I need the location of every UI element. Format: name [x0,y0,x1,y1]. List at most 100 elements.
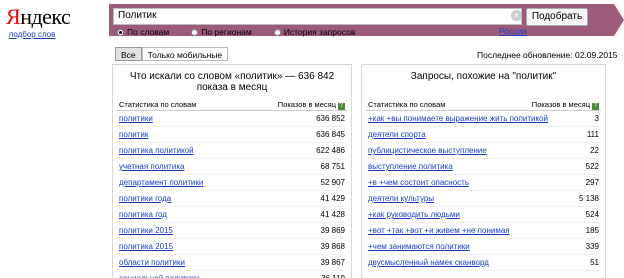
table-row: области политики 39 867 [119,255,345,271]
word-stats-panel: Что искали со словом «политик» — 636 842… [112,64,352,278]
mode-label: По словам [127,27,170,37]
impressions-count: 39 868 [320,242,345,251]
table-row: выступление политика 522 [368,159,599,175]
phrase-link[interactable]: двусмысленный намек сканворд [368,258,489,268]
table-row: политики 636 852 [119,111,345,127]
similar-queries-panel: Запросы, похожие на "политик" Статистика… [361,64,606,278]
impressions-count: 636 845 [316,130,345,139]
impressions-count: 3 [594,114,599,123]
impressions-count: 36 119 [317,274,345,278]
phrase-link[interactable]: политики года [119,194,171,204]
radio-selected-icon[interactable] [117,28,124,36]
impressions-count: 5 138 [578,194,599,203]
table-row: политика год 41 428 [119,207,345,223]
impressions-count: 51 [590,258,599,267]
phrase-link[interactable]: +вот +так +вот +и живем +не понимая [368,226,510,236]
table-row: политика 2015 39 868 [119,239,345,255]
phrase-link[interactable]: +как руководить людьми [368,210,460,220]
impressions-count: 185 [585,226,599,235]
impressions-count: 68 751 [320,162,345,171]
impressions-count: 339 [585,242,599,251]
table-row: +в +чем состоит опасность 297 [368,175,599,191]
impressions-count: 524 [585,210,599,219]
phrase-link[interactable]: департамент политики [119,178,203,188]
impressions-count: 41 429 [320,194,345,203]
column-stats-label: Статистика по словам [119,100,197,109]
panel-title: Запросы, похожие на "политик" [410,71,557,82]
search-bar-arrow [614,4,624,36]
search-button[interactable]: Подобрать [526,8,588,26]
table-row: политики 2015 39 869 [119,223,345,239]
table-row: политика политикой 622 486 [119,143,345,159]
impressions-count: 636 852 [316,114,345,123]
phrase-link[interactable]: политика политикой [119,146,194,156]
device-filter-tabs: Все Только мобильные [115,47,229,61]
search-mode-radios: По словам По регионам История запросов [117,26,355,38]
mode-by-words[interactable]: По словам [117,26,169,38]
table-row: +чем занимаются политики 339 [368,239,599,255]
clear-icon[interactable]: × [511,10,522,21]
phrase-link[interactable]: публицистическое выступление [368,146,487,156]
help-icon[interactable]: ? [592,102,599,110]
phrase-link[interactable]: политика 2015 [119,242,173,252]
phrase-link[interactable]: учетная политика [119,162,184,172]
phrase-link[interactable]: политики 2015 [119,226,173,236]
phrase-link[interactable]: политики [119,114,153,124]
table-row: политик 636 845 [119,127,345,143]
tab-mobile-only[interactable]: Только мобильные [141,47,229,61]
impressions-count: 297 [585,178,599,187]
table-row: деятели спорта 111 [368,127,599,143]
phrase-link[interactable]: политика год [119,210,167,220]
mode-label: По регионам [201,27,252,37]
mode-label: История запросов [283,27,356,37]
phrase-link[interactable]: деятели культуры [368,194,434,204]
phrase-link[interactable]: +как +вы понимаете выражение жить полити… [368,114,548,124]
phrase-link[interactable]: политик [119,130,148,140]
column-header: Статистика по словам Показов в месяц? [366,99,601,111]
table-row: +как руководить людьми 524 [368,207,599,223]
word-selection-link[interactable]: подбор слов [9,30,55,39]
table-row: учетная политика 68 751 [119,159,345,175]
logo-first-letter: Я [6,4,21,29]
mode-by-regions[interactable]: По регионам [191,26,252,38]
phrase-link[interactable]: выступление политика [368,162,453,172]
impressions-count: 52 907 [320,178,345,187]
table-row: публицистическое выступление 22 [368,143,599,159]
help-icon[interactable]: ? [338,102,345,110]
phrase-link[interactable]: +в +чем состоит опасность [368,178,469,188]
table-row: +вот +так +вот +и живем +не понимая 185 [368,223,599,239]
impressions-count: 111 [586,130,599,139]
table-row: социальной политики 36 119 [119,271,345,278]
logo-rest: ндекс [20,4,71,29]
phrase-link[interactable]: +чем занимаются политики [368,242,470,252]
impressions-count: 622 486 [316,146,345,155]
impressions-count: 41 428 [320,210,345,219]
phrase-link[interactable]: области политики [119,258,185,268]
word-stats-list: политики 636 852 политик 636 845 политика по… [113,111,351,278]
table-row: политики года 41 429 [119,191,345,207]
impressions-count: 522 [585,162,599,171]
search-input[interactable]: Политик [113,8,522,25]
table-row: деятели культуры 5 138 [368,191,599,207]
phrase-link[interactable]: деятели спорта [368,130,426,140]
similar-queries-list: +как +вы понимаете выражение жить полити… [362,111,605,271]
column-shows-text: Показов в месяц [531,99,590,109]
impressions-count: 39 869 [320,226,345,235]
mode-history[interactable]: История запросов [273,26,356,38]
impressions-count: 39 867 [320,258,345,267]
region-link[interactable]: Россия [499,26,527,36]
last-update-text: Последнее обновление: 02.09.2015 [477,50,618,60]
column-shows-label: Показов в месяц? [278,100,345,110]
tab-all[interactable]: Все [115,47,142,61]
table-row: двусмысленный намек сканворд 51 [368,255,599,271]
table-row: +как +вы понимаете выражение жить полити… [368,111,599,127]
radio-icon[interactable] [191,28,199,36]
column-header: Статистика по словам Показов в месяц? [117,99,347,111]
impressions-count: 22 [590,146,599,155]
yandex-logo[interactable]: Яндекс [6,4,71,30]
table-row: департамент политики 52 907 [119,175,345,191]
column-shows-label: Показов в месяц? [532,100,599,110]
radio-icon[interactable] [273,28,281,36]
panel-title: Что искали со словом «политик» — 636 842… [129,71,335,93]
phrase-link[interactable]: социальной политики [119,274,199,278]
